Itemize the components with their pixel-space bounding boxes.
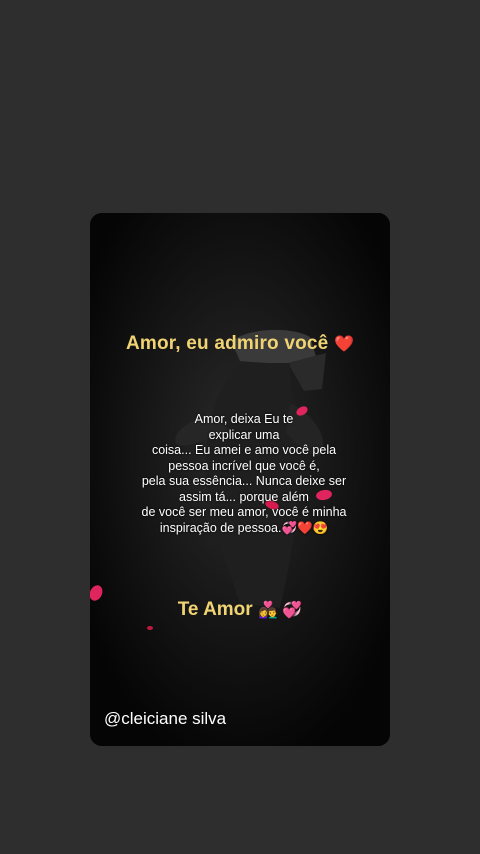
message-line: pela sua essência... Nunca deixe ser <box>141 474 347 488</box>
title-text: Amor, eu admiro você <box>125 333 329 354</box>
closing-text: Te Amor <box>177 599 253 620</box>
author-watermark: @cleiciane silva <box>104 709 227 728</box>
message-line: inspiração de pessoa.💞❤️😍 <box>159 520 329 535</box>
message-line: explicar uma <box>208 427 280 442</box>
story-message: Amor, deixa Eu te explicar uma coisa... … <box>120 412 368 536</box>
message-line: coisa... Eu amei e amo você pela <box>151 443 337 457</box>
couple-hearts-icon: 👩‍❤️‍👨 💞 <box>257 602 303 619</box>
message-line: Amor, deixa Eu te <box>194 412 294 426</box>
closing-line: Te Amor 👩‍❤️‍👨 💞 <box>90 599 390 621</box>
message-line: pessoa incrível que você é, <box>168 458 320 473</box>
story-card[interactable]: Amor, eu admiro você ❤️ Amor, deixa Eu t… <box>90 213 390 746</box>
story-title: Amor, eu admiro você ❤️ <box>90 333 390 355</box>
message-line: assim tá... porque além <box>179 489 309 504</box>
red-heart-icon: ❤️ <box>333 336 355 353</box>
message-line: de você ser meu amor, você é minha <box>141 505 347 519</box>
